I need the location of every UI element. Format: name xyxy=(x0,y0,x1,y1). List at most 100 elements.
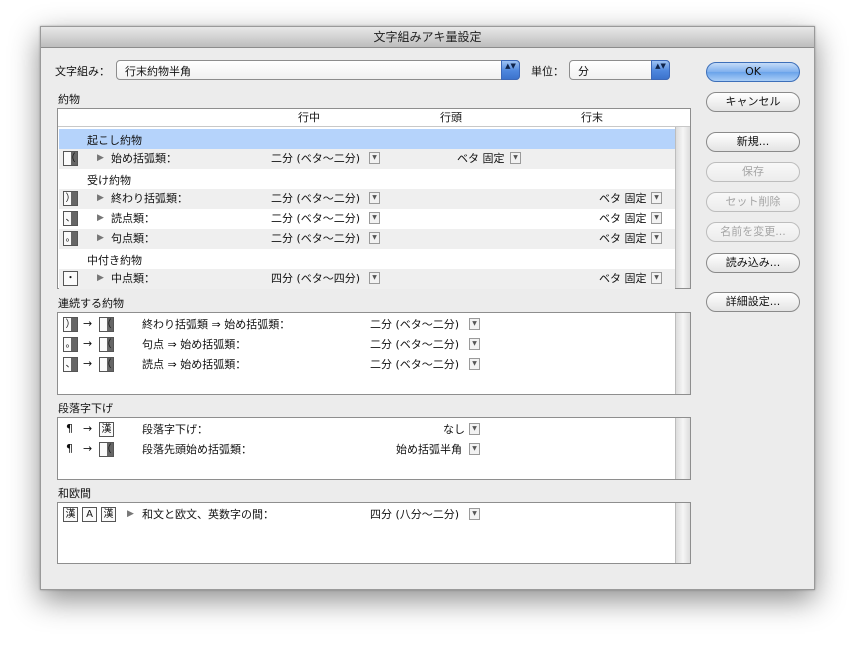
category-row-selected[interactable]: 起こし約物 xyxy=(59,129,675,149)
continuous-section-title: 連続する約物 xyxy=(58,297,124,310)
mid-value: 二分 (ベタ〜二分) xyxy=(271,152,361,165)
value-dropdown-icon[interactable]: ▼ xyxy=(469,508,480,520)
mid-dropdown-icon[interactable]: ▼ xyxy=(369,152,380,164)
mid-value: 二分 (ベタ〜二分) xyxy=(271,232,361,245)
value-dropdown-icon[interactable]: ▼ xyxy=(469,338,480,350)
wao-section-title: 和欧間 xyxy=(58,487,91,500)
mojikumi-select[interactable]: 行末約物半角 ▲▼ xyxy=(116,60,520,80)
mid-value: 二分 (ベタ〜二分) xyxy=(271,192,361,205)
disclosure-triangle-icon[interactable]: ▶ xyxy=(127,509,134,519)
vertical-scrollbar[interactable] xyxy=(675,418,690,479)
tail-dropdown-icon[interactable]: ▼ xyxy=(651,232,662,244)
disclosure-triangle-icon[interactable]: ▶ xyxy=(97,193,104,203)
period-glyph-icon: 。 xyxy=(63,337,78,352)
mid-dropdown-icon[interactable]: ▼ xyxy=(369,272,380,284)
updown-arrows-icon: ▲▼ xyxy=(501,60,520,80)
open-bracket-glyph-icon: （ xyxy=(99,337,114,352)
right-arrow-icon: → xyxy=(83,442,93,455)
category-row[interactable]: 中付き約物 xyxy=(59,249,675,269)
category-row[interactable]: 受け約物 xyxy=(59,169,675,189)
open-bracket-glyph-icon: （ xyxy=(99,442,114,457)
category-label: 中付き約物 xyxy=(87,254,142,267)
detail-settings-button[interactable]: 詳細設定... xyxy=(706,292,800,312)
column-header-head: 行頭 xyxy=(440,111,462,124)
right-arrow-icon: → xyxy=(83,357,93,370)
table-row[interactable]: 。 → （ 句点 ⇒ 始め括弧類： 二分 (ベタ〜二分) ▼ xyxy=(59,335,675,355)
rename-button[interactable]: 名前を変更... xyxy=(706,222,800,242)
table-row[interactable]: ¶ → （ 段落先頭始め括弧類： 始め括弧半角 ▼ xyxy=(59,440,675,460)
comma-glyph-icon: 、 xyxy=(63,357,78,372)
vertical-scrollbar[interactable] xyxy=(675,503,690,563)
row-label: 中点類： xyxy=(111,272,155,285)
tail-value: ベタ 固定 xyxy=(599,272,647,285)
table-row[interactable]: ） ▶ 終わり括弧類： 二分 (ベタ〜二分) ▼ ベタ 固定 ▼ xyxy=(59,189,675,209)
disclosure-triangle-icon[interactable]: ▶ xyxy=(97,233,104,243)
row-value: 始め括弧半角 xyxy=(396,443,462,456)
ok-button[interactable]: OK xyxy=(706,62,800,82)
pilcrow-icon: ¶ xyxy=(66,422,73,435)
table-row[interactable]: 、 ▶ 読点類： 二分 (ベタ〜二分) ▼ ベタ 固定 ▼ xyxy=(59,209,675,229)
close-bracket-glyph-icon: ） xyxy=(63,317,78,332)
mojikumi-value: 行末約物半角 xyxy=(125,65,191,78)
row-label: 読点類： xyxy=(111,212,155,225)
disclosure-triangle-icon[interactable]: ▶ xyxy=(97,273,104,283)
disclosure-triangle-icon[interactable]: ▶ xyxy=(97,213,104,223)
wao-table: 漢 A 漢 ▶ 和文と欧文、英数字の間： 四分 (八分〜二分) ▼ xyxy=(57,502,691,564)
mid-dropdown-icon[interactable]: ▼ xyxy=(369,212,380,224)
right-arrow-icon: → xyxy=(83,317,93,330)
save-button[interactable]: 保存 xyxy=(706,162,800,182)
table-row[interactable]: ¶ → 漢 段落字下げ： なし ▼ xyxy=(59,420,675,440)
value-dropdown-icon[interactable]: ▼ xyxy=(469,318,480,330)
tail-value: ベタ 固定 xyxy=(599,192,647,205)
table-row[interactable]: 。 ▶ 句点類： 二分 (ベタ〜二分) ▼ ベタ 固定 ▼ xyxy=(59,229,675,249)
value-dropdown-icon[interactable]: ▼ xyxy=(469,358,480,370)
indent-table: ¶ → 漢 段落字下げ： なし ▼ ¶ → （ 段落先頭始め括弧類： 始め括弧半… xyxy=(57,417,691,480)
yakumono-section-title: 約物 xyxy=(58,93,80,106)
tail-value: ベタ 固定 xyxy=(599,232,647,245)
disclosure-triangle-icon[interactable]: ▶ xyxy=(97,153,104,163)
open-bracket-glyph-icon: （ xyxy=(99,357,114,372)
indent-section-title: 段落字下げ xyxy=(58,402,113,415)
comma-glyph-icon: 、 xyxy=(63,211,78,226)
row-value: 二分 (ベタ〜二分) xyxy=(370,318,460,331)
head-value: ベタ 固定 xyxy=(457,152,505,165)
mid-dropdown-icon[interactable]: ▼ xyxy=(369,192,380,204)
open-bracket-glyph-icon: （ xyxy=(63,151,78,166)
row-label: 段落字下げ： xyxy=(142,423,208,436)
mojikumi-label: 文字組み： xyxy=(55,65,110,78)
kanji-glyph-icon: 漢 xyxy=(63,507,78,522)
tail-dropdown-icon[interactable]: ▼ xyxy=(651,272,662,284)
unit-select[interactable]: 分 ▲▼ xyxy=(569,60,670,80)
row-label: 終わり括弧類： xyxy=(111,192,188,205)
kanji-glyph-icon: 漢 xyxy=(99,422,114,437)
vertical-scrollbar[interactable] xyxy=(675,313,690,394)
row-label: 始め括弧類： xyxy=(111,152,177,165)
dialog-window: 文字組みアキ量設定 文字組み： 行末約物半角 ▲▼ 単位： 分 ▲▼ OK キャ… xyxy=(40,26,815,590)
table-row[interactable]: 、 → （ 読点 ⇒ 始め括弧類： 二分 (ベタ〜二分) ▼ xyxy=(59,355,675,375)
category-label: 起こし約物 xyxy=(87,134,142,147)
value-dropdown-icon[interactable]: ▼ xyxy=(469,443,480,455)
period-glyph-icon: 。 xyxy=(63,231,78,246)
unit-label: 単位： xyxy=(531,65,564,78)
row-value: 四分 (八分〜二分) xyxy=(370,508,460,521)
row-label: 句点 ⇒ 始め括弧類： xyxy=(142,338,247,351)
head-dropdown-icon[interactable]: ▼ xyxy=(510,152,521,164)
value-dropdown-icon[interactable]: ▼ xyxy=(469,423,480,435)
table-row[interactable]: 漢 A 漢 ▶ 和文と欧文、英数字の間： 四分 (八分〜二分) ▼ xyxy=(59,505,675,525)
tail-dropdown-icon[interactable]: ▼ xyxy=(651,192,662,204)
load-button[interactable]: 読み込み... xyxy=(706,253,800,273)
mid-dropdown-icon[interactable]: ▼ xyxy=(369,232,380,244)
delete-set-button[interactable]: セット削除 xyxy=(706,192,800,212)
cancel-button[interactable]: キャンセル xyxy=(706,92,800,112)
table-row[interactable]: ・ ▶ 中点類： 四分 (ベタ〜四分) ▼ ベタ 固定 ▼ xyxy=(59,269,675,289)
row-label: 終わり括弧類 ⇒ 始め括弧類： xyxy=(142,318,291,331)
column-header-tail: 行末 xyxy=(581,111,603,124)
table-row[interactable]: （ ▶ 始め括弧類： 二分 (ベタ〜二分) ▼ ベタ 固定 ▼ xyxy=(59,149,675,169)
tail-dropdown-icon[interactable]: ▼ xyxy=(651,212,662,224)
vertical-scrollbar[interactable] xyxy=(675,127,690,288)
new-button[interactable]: 新規... xyxy=(706,132,800,152)
table-row[interactable]: ） → （ 終わり括弧類 ⇒ 始め括弧類： 二分 (ベタ〜二分) ▼ xyxy=(59,315,675,335)
window-title: 文字組みアキ量設定 xyxy=(41,27,814,48)
yakumono-table: 行中 行頭 行末 起こし約物 （ ▶ 始め括弧類： 二分 (ベタ〜二分) ▼ ベ… xyxy=(57,108,691,289)
updown-arrows-icon: ▲▼ xyxy=(651,60,670,80)
